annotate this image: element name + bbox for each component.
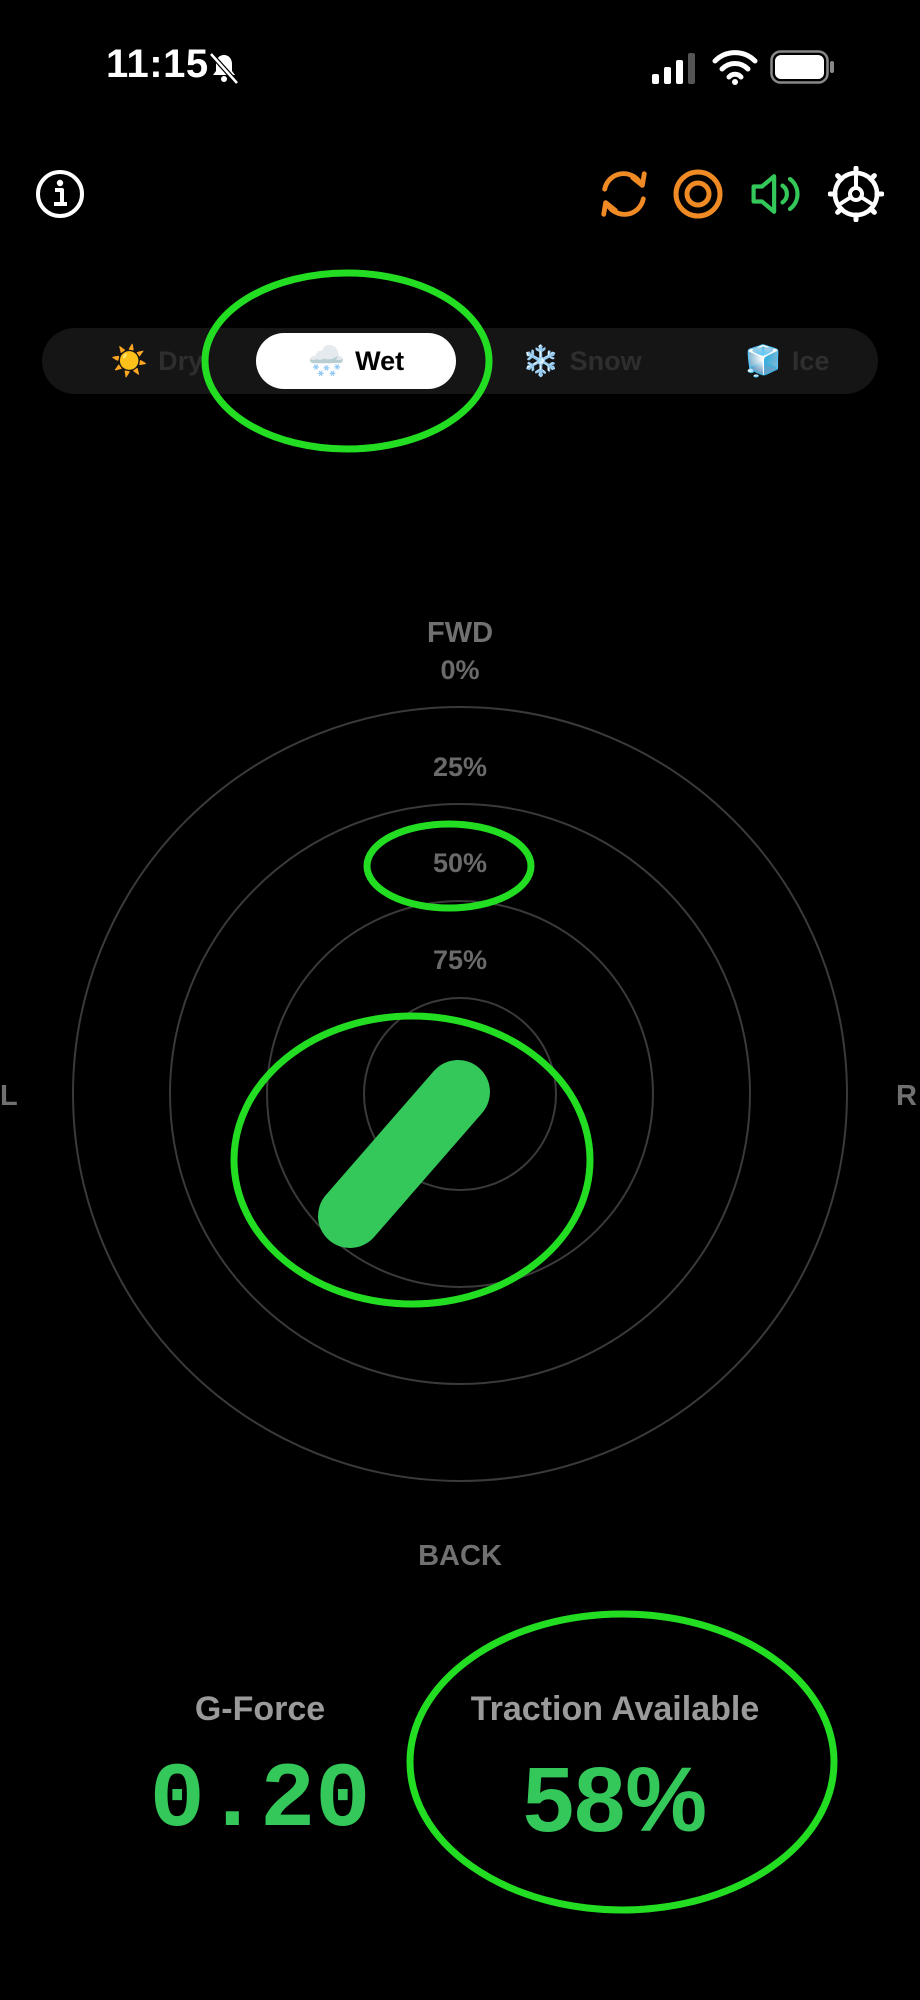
- reset-button[interactable]: [596, 166, 652, 222]
- info-button[interactable]: [32, 166, 88, 222]
- speaker-icon: [751, 174, 800, 214]
- forward-label: FWD: [426, 617, 494, 649]
- traction-label: Traction Available: [470, 1690, 760, 1728]
- target-icon: [673, 169, 723, 219]
- condition-wet-option[interactable]: 🌨️ Wet: [256, 333, 456, 389]
- rain-cloud-icon: 🌨️: [307, 344, 346, 378]
- right-label: R: [896, 1080, 917, 1112]
- left-label: L: [0, 1080, 18, 1112]
- condition-label: Ice: [791, 345, 830, 376]
- cellular-signal-icon: [652, 53, 695, 84]
- ring-label-75: 75%: [432, 945, 488, 975]
- snowflake-icon: ❄️: [522, 344, 560, 378]
- condition-label: Wet: [355, 345, 405, 376]
- refresh-icon: [601, 171, 647, 217]
- gforce-label: G-Force: [194, 1690, 326, 1728]
- ring-label-25: 25%: [432, 752, 488, 782]
- condition-snow-option[interactable]: ❄️ Snow: [492, 328, 672, 394]
- condition-dry-option[interactable]: ☀️ Dry: [82, 328, 232, 394]
- sound-button[interactable]: [748, 166, 804, 222]
- traction-radar: [72, 706, 848, 1482]
- calibrate-button[interactable]: [670, 166, 726, 222]
- info-icon: [36, 170, 84, 218]
- condition-ice-option[interactable]: 🧊 Ice: [722, 328, 852, 394]
- ring-label-50: 50%: [432, 848, 488, 878]
- settings-gear-icon: [828, 166, 884, 222]
- traction-value: 58%: [522, 1749, 708, 1851]
- settings-button[interactable]: [828, 166, 884, 222]
- back-label: BACK: [418, 1540, 502, 1572]
- ice-cube-icon: 🧊: [744, 344, 782, 378]
- battery-icon: [770, 50, 834, 84]
- sun-icon: ☀️: [110, 344, 149, 378]
- gforce-value: 0.20: [149, 1748, 371, 1853]
- silent-mode-icon: [209, 52, 239, 85]
- condition-label: Snow: [569, 345, 642, 376]
- wifi-icon: [712, 50, 758, 85]
- road-condition-selector: ☀️ Dry 🌨️ Wet ❄️ Snow 🧊 Ice: [42, 328, 878, 394]
- condition-label: Dry: [158, 345, 204, 376]
- status-time: 11:15: [106, 42, 209, 86]
